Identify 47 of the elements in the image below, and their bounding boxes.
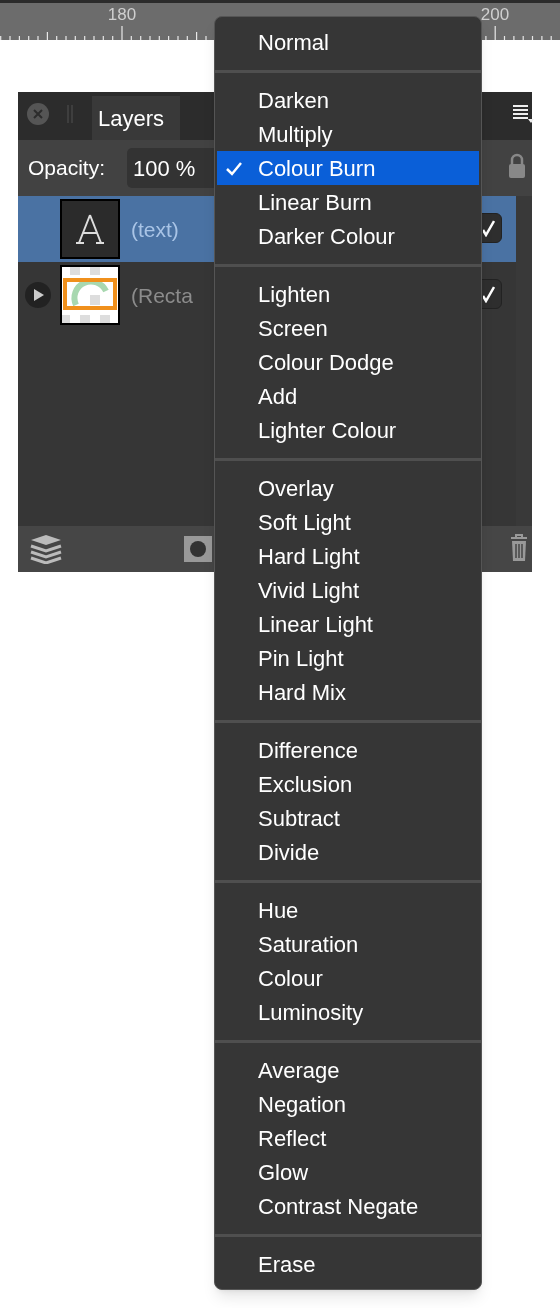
menu-item[interactable]: Colour Dodge — [217, 345, 479, 379]
menu-item[interactable]: Darker Colour — [217, 219, 479, 253]
layers-tab[interactable]: Layers — [92, 96, 180, 140]
menu-item[interactable]: Luminosity — [217, 995, 479, 1029]
menu-item[interactable]: Pin Light — [217, 641, 479, 675]
menu-item[interactable]: Exclusion — [217, 767, 479, 801]
ruler-label: 180 — [107, 5, 137, 25]
menu-item[interactable]: Overlay — [217, 471, 479, 505]
menu-item[interactable]: Lighten — [217, 277, 479, 311]
menu-item[interactable]: Average — [217, 1053, 479, 1087]
menu-item[interactable]: Hard Mix — [217, 675, 479, 709]
menu-item[interactable]: Multiply — [217, 117, 479, 151]
letter-icon — [75, 213, 105, 245]
menu-item[interactable]: Colour Burn — [217, 151, 479, 185]
menu-icon[interactable] — [512, 104, 534, 124]
trash-icon[interactable] — [510, 534, 528, 562]
menu-item[interactable]: Linear Light — [217, 607, 479, 641]
checkmark-icon — [225, 161, 243, 177]
menu-item[interactable]: Screen — [217, 311, 479, 345]
ruler-label: 200 — [480, 5, 510, 25]
checkmark-icon — [483, 286, 495, 303]
menu-item[interactable]: Darken — [217, 83, 479, 117]
lock-icon[interactable] — [508, 153, 526, 179]
menu-item[interactable]: Erase — [217, 1247, 479, 1281]
menu-item[interactable]: Hue — [217, 893, 479, 927]
menu-item[interactable]: Glow — [217, 1155, 479, 1189]
menu-item[interactable]: Subtract — [217, 801, 479, 835]
menu-item[interactable]: Divide — [217, 835, 479, 869]
menu-item[interactable]: Normal — [217, 25, 479, 59]
opacity-label: Opacity: — [28, 155, 106, 182]
menu-item[interactable]: Colour — [217, 961, 479, 995]
menu-item[interactable]: Vivid Light — [217, 573, 479, 607]
layers-icon[interactable] — [28, 534, 64, 564]
expand-icon[interactable] — [25, 282, 51, 308]
menu-item[interactable]: Difference — [217, 733, 479, 767]
menu-item[interactable]: Reflect — [217, 1121, 479, 1155]
checkmark-icon — [483, 220, 495, 237]
layer-name: (text) — [131, 217, 179, 243]
shape-thumbnail — [60, 265, 120, 325]
menu-item[interactable]: Soft Light — [217, 505, 479, 539]
menu-item[interactable]: Lighter Colour — [217, 413, 479, 447]
menu-item[interactable]: Add — [217, 379, 479, 413]
menu-item[interactable]: Saturation — [217, 927, 479, 961]
mask-icon[interactable] — [184, 536, 212, 562]
menu-item[interactable]: Negation — [217, 1087, 479, 1121]
layer-name: (Recta — [131, 283, 193, 309]
menu-item[interactable]: Contrast Negate — [217, 1189, 479, 1223]
